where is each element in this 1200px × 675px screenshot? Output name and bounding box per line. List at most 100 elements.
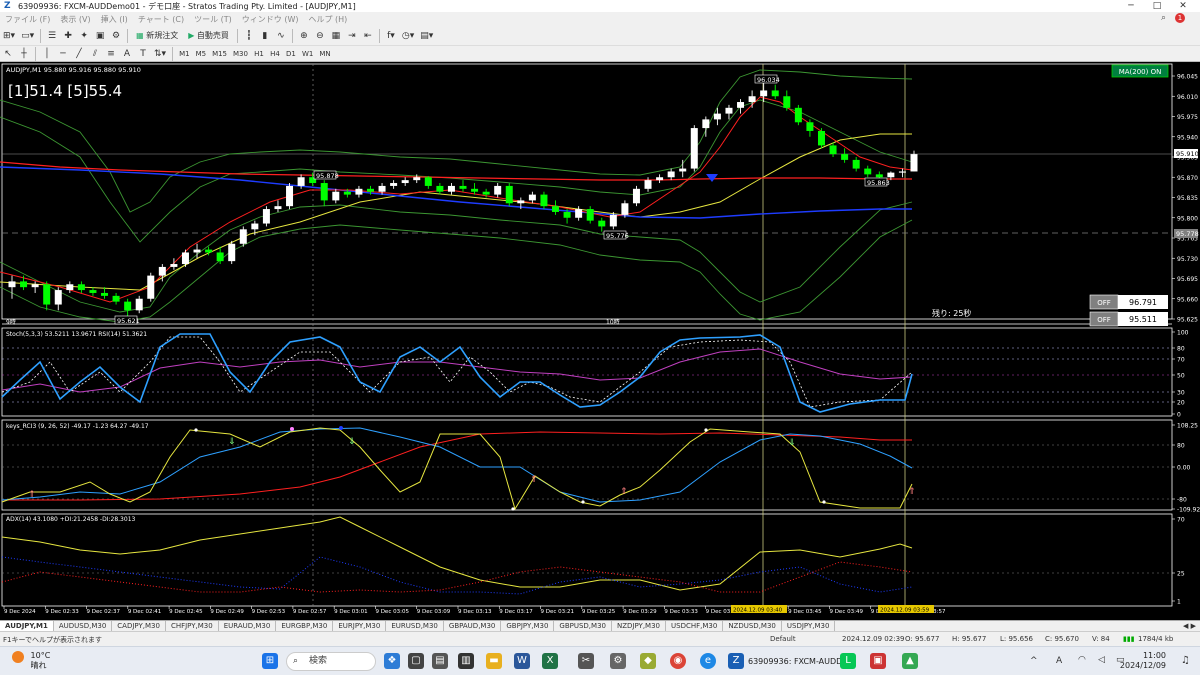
timeframe-m15[interactable]: M15 [210,46,229,62]
clock[interactable]: 11:00 2024/12/09 [1120,651,1166,671]
market-watch-icon[interactable]: ☰ [45,28,59,44]
timeframe-m30[interactable]: M30 [231,46,250,62]
terminal-app-icon[interactable]: ▥ [458,653,474,669]
text-icon[interactable]: A [120,46,134,62]
line-icon[interactable]: L [840,653,856,669]
horizontal-line-icon[interactable]: ─ [56,46,70,62]
word-icon[interactable]: W [514,653,530,669]
chart-tab[interactable]: EURJPY,M30 [333,621,387,631]
tray-chevron-icon[interactable]: ^ [1030,656,1038,666]
app-icon-3[interactable]: ▣ [870,653,886,669]
excel-icon[interactable]: X [542,653,558,669]
widgets-icon[interactable]: ❖ [384,653,400,669]
tab-scroll-icon[interactable]: ◀ ▶ [1179,621,1200,631]
mt4-app-label[interactable]: 63909936: FXCM-AUDD [748,657,842,666]
chart-tab[interactable]: USDCHF,M30 [666,621,724,631]
wifi-icon[interactable]: ◠ [1078,655,1086,665]
timeframe-m5[interactable]: M5 [194,46,209,62]
chart-shift-icon[interactable]: ⇤ [361,28,375,44]
profiles-icon[interactable]: ▭▾ [19,28,36,44]
taskbar-search[interactable]: ⌕ 検索 [286,652,376,671]
fibonacci-icon[interactable]: ≡ [104,46,118,62]
menu-tools[interactable]: ツール (T) [194,14,232,25]
chart-tab[interactable]: USDJPY,M30 [782,621,836,631]
snipping-icon[interactable]: ✂ [578,653,594,669]
app-icon-2[interactable]: ◆ [640,653,656,669]
new-order-button[interactable]: ▦ 新規注文 [132,28,182,44]
settings-icon[interactable]: ⚙ [610,653,626,669]
weather-widget[interactable]: 10°C 晴れ [12,651,50,671]
chart-tab[interactable]: NZDUSD,M30 [723,621,782,631]
chart-window[interactable]: 96.034 95.878 95.776 95.863 95.621 AUDJP… [0,62,1200,616]
volume-icon[interactable]: ◁ [1098,655,1105,665]
ime-indicator[interactable]: A [1056,656,1062,666]
timeframe-mn[interactable]: MN [317,46,332,62]
trendline-icon[interactable]: ╱ [72,46,86,62]
equidistant-channel-icon[interactable]: ⫽ [88,46,102,62]
close-icon[interactable]: ✕ [1170,0,1196,12]
menu-view[interactable]: 表示 (V) [60,14,90,25]
menu-file[interactable]: ファイル (F) [5,14,50,25]
profile-name[interactable]: Default [770,635,796,643]
chart-background[interactable] [0,62,1200,616]
chart-tab[interactable]: GBPJPY,M30 [501,621,555,631]
notification-badge-icon[interactable]: 1 [1175,13,1185,23]
timeframe-m1[interactable]: M1 [177,46,192,62]
text-label-icon[interactable]: T [136,46,150,62]
menu-chart[interactable]: チャート (C) [138,14,184,25]
chart-tab[interactable]: GBPUSD,M30 [554,621,612,631]
timeframe-h4[interactable]: H4 [268,46,282,62]
chart-tab[interactable]: CADJPY,M30 [112,621,166,631]
mt4-app-icon[interactable]: Z [728,653,744,669]
periods-icon[interactable]: ◷▾ [400,28,416,44]
auto-scroll-icon[interactable]: ⇥ [345,28,359,44]
chart-tab[interactable]: EURAUD,M30 [219,621,277,631]
notifications[interactable]: ⌕ 1 [1156,13,1190,23]
chart-tab[interactable]: EURUSD,M30 [386,621,444,631]
tester-icon[interactable]: ⚙ [109,28,123,44]
arrows-icon[interactable]: ⇅▾ [152,46,168,62]
cursor-icon[interactable]: ↖ [1,46,15,62]
chart-tab[interactable]: NZDJPY,M30 [612,621,666,631]
google-drive-icon[interactable]: ▲ [902,653,918,669]
data-window-icon[interactable]: ✚ [61,28,75,44]
vertical-line-icon[interactable]: │ [40,46,54,62]
candlestick-icon[interactable]: ▮ [258,28,272,44]
new-chart-icon[interactable]: ⊞▾ [1,28,17,44]
search-icon[interactable]: ⌕ [1161,13,1166,23]
maximize-icon[interactable]: □ [1144,0,1170,12]
zoom-in-icon[interactable]: ⊕ [297,28,311,44]
chart-tab[interactable]: AUDUSD,M30 [54,621,113,631]
app-icon-1[interactable]: ▤ [432,653,448,669]
chart-tab[interactable]: AUDJPY,M1 [0,621,54,631]
terminal-icon[interactable]: ▣ [93,28,107,44]
start-icon[interactable]: ⊞ [262,653,278,669]
tile-windows-icon[interactable]: ▦ [329,28,343,44]
templates-icon[interactable]: ▤▾ [418,28,435,44]
notification-bell-icon[interactable]: ♫ [1181,655,1190,666]
timeframe-h1[interactable]: H1 [252,46,266,62]
chart-tab[interactable]: CHFJPY,M30 [166,621,219,631]
indicators-icon[interactable]: f▾ [384,28,398,44]
timeframe-d1[interactable]: D1 [284,46,298,62]
menu-window[interactable]: ウィンドウ (W) [242,14,299,25]
bar-chart-icon[interactable]: ┇ [242,28,256,44]
off-panel-2[interactable]: OFF 95.511 [1089,311,1168,327]
off-panel-1[interactable]: OFF 96.791 [1089,294,1168,310]
edge-icon[interactable]: e [700,653,716,669]
navigator-icon[interactable]: ✦ [77,28,91,44]
chart-tab[interactable]: EURGBP,M30 [276,621,334,631]
task-view-icon[interactable]: ▢ [408,653,424,669]
file-explorer-icon[interactable]: ▬ [486,653,502,669]
chart-tab[interactable]: GBPAUD,M30 [444,621,502,631]
timeframe-w1[interactable]: W1 [300,46,315,62]
chrome-icon[interactable]: ◉ [670,653,686,669]
menu-insert[interactable]: 挿入 (I) [101,14,128,25]
line-chart-icon[interactable]: ∿ [274,28,288,44]
crosshair-icon[interactable]: ┼ [17,46,31,62]
minimize-icon[interactable]: ─ [1118,0,1144,12]
menu-help[interactable]: ヘルプ (H) [308,14,347,25]
auto-trade-button[interactable]: ▶ 自動売買 [184,28,233,44]
zoom-out-icon[interactable]: ⊖ [313,28,327,44]
ma-toggle-button[interactable]: MA(200) ON [1111,64,1169,78]
